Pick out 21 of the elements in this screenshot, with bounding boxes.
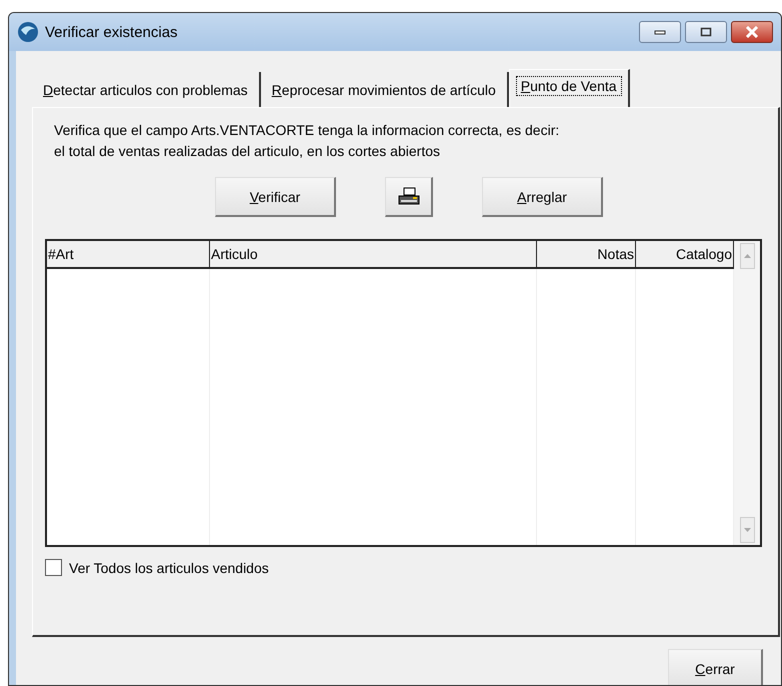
action-button[interactable]: Arreglar — [482, 177, 603, 217]
close-button[interactable] — [731, 21, 773, 43]
print-button[interactable] — [385, 177, 433, 217]
close-icon — [745, 26, 759, 38]
action-button[interactable]: Verificar — [215, 177, 336, 217]
maximize-icon — [700, 27, 712, 37]
tab[interactable]: Punto de Venta — [508, 69, 630, 107]
maximize-button[interactable] — [685, 21, 727, 43]
column-header[interactable]: Notas — [537, 241, 636, 267]
minimize-button[interactable] — [639, 21, 681, 43]
column-header[interactable]: #Art — [47, 241, 210, 267]
close-dialog-button[interactable]: Cerrar — [668, 649, 763, 685]
app-logo-icon — [17, 21, 39, 43]
checkbox-label: Ver Todos los articulos vendidos — [69, 560, 269, 576]
description-text: el total de ventas realizadas del articulo, en los cortes abiertos — [54, 143, 441, 159]
column-header[interactable]: Articulo — [210, 241, 537, 267]
window-title: Verificar existencias — [45, 24, 178, 40]
checkbox[interactable] — [45, 559, 62, 576]
minimize-icon — [654, 29, 666, 35]
printer-icon — [396, 186, 420, 206]
description-text: Verifica que el campo Arts.VENTACORTE tenga la informacion correcta, es decir: — [54, 122, 560, 138]
